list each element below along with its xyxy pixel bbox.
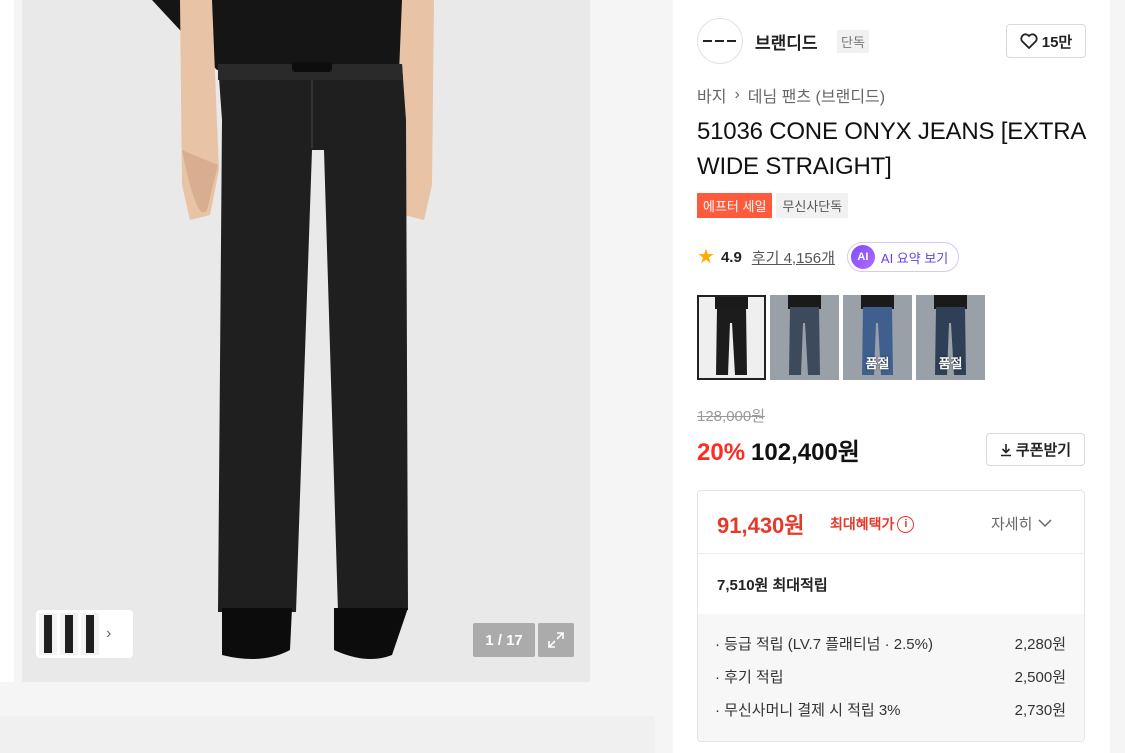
rating-row: ★ 4.9 후기 4,156개 AI AI 요약 보기 xyxy=(697,242,960,272)
product-page: › 1 / 17 브랜디드 단독 15만 바지 › 데님 팬츠 (브랜디드) 5… xyxy=(0,0,1125,753)
image-counter: 1 / 17 xyxy=(473,623,535,657)
mini-thumbnail[interactable] xyxy=(39,613,57,655)
product-info-panel: 브랜디드 단독 15만 바지 › 데님 팬츠 (브랜디드) 51036 CONE… xyxy=(673,0,1110,753)
chevron-down-icon xyxy=(1038,519,1052,528)
mini-thumbnail[interactable] xyxy=(60,613,78,655)
chevron-right-icon[interactable]: › xyxy=(106,625,111,643)
like-button[interactable]: 15만 xyxy=(1006,24,1086,58)
discount-rate: 20% xyxy=(697,439,746,466)
color-variant-list: 품절 품절 xyxy=(697,295,985,380)
exclusive-badge: 단독 xyxy=(837,30,869,53)
sale-badge: 에프터 세일 xyxy=(697,193,773,218)
breadcrumb-item[interactable]: 데님 팬츠 (브랜디드) xyxy=(748,83,885,107)
max-benefit-text: 최대혜택가 xyxy=(830,516,895,532)
chevron-right-icon: › xyxy=(734,86,740,103)
points-breakdown: · 등급 적립 (LV.7 플래티넘 · 2.5%) 2,280원 · 후기 적… xyxy=(698,614,1084,741)
points-item: · 무신사머니 결제 시 적립 3% 2,730원 xyxy=(698,697,1084,730)
expand-icon xyxy=(548,632,564,648)
star-icon: ★ xyxy=(697,246,715,268)
points-item: · 등급 적립 (LV.7 플래티넘 · 2.5%) 2,280원 xyxy=(698,631,1084,664)
review-count-link[interactable]: 후기 4,156개 xyxy=(752,247,835,268)
max-benefit-row: 91,430원 최대혜택가 i 자세히 xyxy=(698,491,1084,554)
breadcrumb: 바지 › 데님 팬츠 (브랜디드) xyxy=(697,83,885,107)
mini-thumbnail[interactable] xyxy=(81,613,99,655)
points-item-label: · 무신사머니 결제 시 적립 3% xyxy=(715,702,901,719)
ai-summary-label: AI 요약 보기 xyxy=(880,250,949,266)
jeans-photo-illustration xyxy=(22,0,590,682)
max-benefit-price: 91,430원 xyxy=(717,513,805,538)
brand-row: 브랜디드 단독 15만 xyxy=(697,18,1087,64)
max-benefit-label[interactable]: 최대혜택가 i xyxy=(830,514,915,534)
heart-icon xyxy=(1020,33,1038,49)
color-variant-thumbnail[interactable]: 품절 xyxy=(916,295,985,380)
points-item-amount: 2,280원 xyxy=(1014,636,1066,653)
points-item-amount: 2,500원 xyxy=(1014,669,1066,686)
product-gallery: › 1 / 17 xyxy=(0,0,655,753)
gallery-footer-area xyxy=(0,716,655,753)
benefit-box: 91,430원 최대혜택가 i 자세히 7,510원 최대적립 · 등급 적립 … xyxy=(697,490,1085,742)
coupon-label: 쿠폰받기 xyxy=(1015,442,1072,459)
points-item-label: · 후기 적립 xyxy=(715,669,784,686)
points-item: · 후기 적립 2,500원 xyxy=(698,664,1084,697)
product-badges: 에프터 세일 무신사단독 xyxy=(697,193,849,218)
points-summary-row: 7,510원 최대적립 xyxy=(698,554,1084,614)
brand-name[interactable]: 브랜디드 xyxy=(755,29,818,54)
detail-label: 자세히 xyxy=(991,516,1033,533)
gallery-edge xyxy=(0,0,14,682)
sold-out-label: 품절 xyxy=(865,356,890,371)
sale-price: 102,400원 xyxy=(751,439,860,466)
like-count: 15만 xyxy=(1041,33,1073,51)
gallery-thumbnail-strip[interactable]: › xyxy=(36,610,133,658)
info-icon[interactable]: i xyxy=(897,515,915,533)
expand-button[interactable] xyxy=(538,623,574,657)
brand-logo-icon[interactable] xyxy=(697,18,743,64)
color-variant-thumbnail[interactable] xyxy=(697,295,766,380)
main-product-photo[interactable] xyxy=(22,0,590,682)
sold-out-label: 품절 xyxy=(938,356,963,371)
exclusive-store-badge: 무신사단독 xyxy=(776,193,849,218)
coupon-button[interactable]: 쿠폰받기 xyxy=(986,433,1085,466)
rating-value: 4.9 xyxy=(720,248,742,266)
download-icon xyxy=(1000,443,1011,456)
original-price: 128,000원 xyxy=(697,408,766,425)
points-item-label: · 등급 적립 (LV.7 플래티넘 · 2.5%) xyxy=(715,636,933,653)
ai-summary-button[interactable]: AI AI 요약 보기 xyxy=(846,242,960,272)
variant-photo xyxy=(770,295,839,380)
price-row: 20% 102,400원 xyxy=(697,432,860,467)
detail-toggle-button[interactable]: 자세히 xyxy=(991,513,1052,534)
variant-photo xyxy=(697,295,766,380)
color-variant-thumbnail[interactable]: 품절 xyxy=(843,295,912,380)
ai-icon: AI xyxy=(850,245,875,269)
product-title: 51036 CONE ONYX JEANS [EXTRA WIDE STRAIG… xyxy=(697,118,1085,180)
points-item-amount: 2,730원 xyxy=(1014,702,1066,719)
points-summary: 7,510원 최대적립 xyxy=(717,577,828,594)
color-variant-thumbnail[interactable] xyxy=(770,295,839,380)
breadcrumb-item[interactable]: 바지 xyxy=(697,83,726,107)
